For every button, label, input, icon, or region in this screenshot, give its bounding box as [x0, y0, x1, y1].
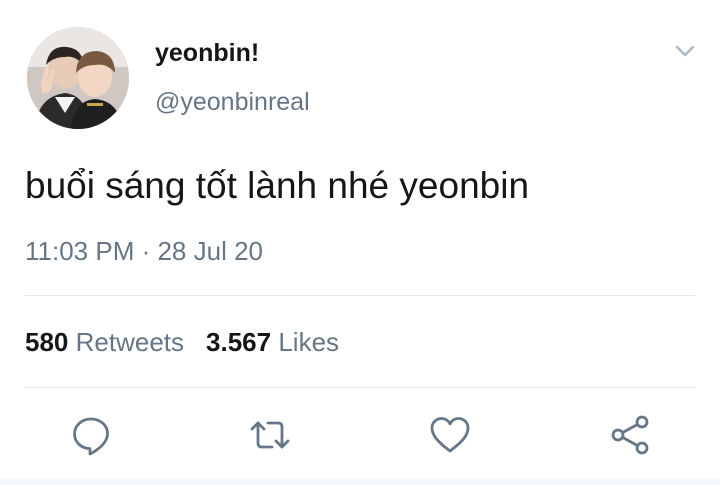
like-button[interactable] — [428, 413, 472, 457]
share-button[interactable] — [608, 413, 652, 457]
reply-button[interactable] — [69, 413, 113, 457]
tweet-stats: 580 Retweets 3.567 Likes — [25, 326, 339, 358]
bottom-separator — [0, 478, 720, 485]
avatar-image — [27, 27, 129, 129]
tweet-timestamp[interactable]: 11:03 PM · 28 Jul 20 — [25, 236, 263, 266]
tweet-date: 28 Jul 20 — [157, 236, 263, 266]
chevron-down-icon[interactable] — [670, 38, 700, 64]
likes-stat[interactable]: 3.567 Likes — [206, 326, 339, 358]
timestamp-separator: · — [134, 236, 158, 266]
retweets-label: Retweets — [75, 327, 185, 357]
reply-icon — [73, 417, 109, 456]
heart-icon — [430, 417, 470, 453]
retweet-icon — [250, 421, 290, 449]
likes-count: 3.567 — [206, 327, 272, 357]
retweets-stat[interactable]: 580 Retweets — [25, 326, 184, 358]
retweet-button[interactable] — [248, 413, 292, 457]
retweets-count: 580 — [25, 327, 69, 357]
share-icon — [611, 415, 649, 455]
display-name[interactable]: yeonbin! — [155, 38, 259, 68]
likes-label: Likes — [278, 327, 340, 357]
divider — [25, 387, 695, 388]
avatar[interactable] — [27, 27, 129, 129]
user-handle[interactable]: @yeonbinreal — [155, 87, 310, 117]
tweet-time: 11:03 PM — [25, 236, 135, 266]
divider — [25, 295, 695, 296]
tweet-text: buổi sáng tốt lành nhé yeonbin — [25, 165, 530, 206]
